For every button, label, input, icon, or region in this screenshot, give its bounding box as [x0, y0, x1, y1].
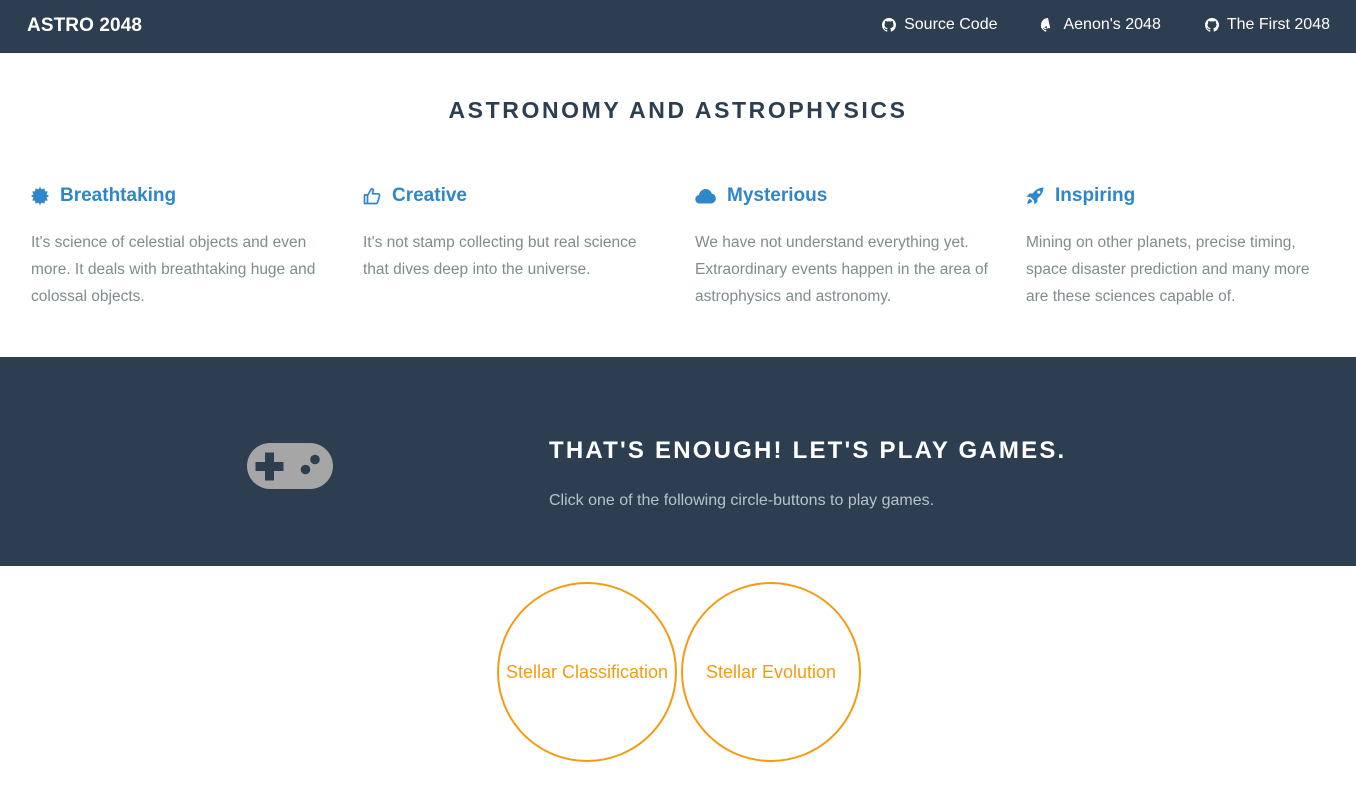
nav-links: Source Code Aenon's 2048 The First 2048: [882, 14, 1330, 36]
feature-text: It's not stamp collecting but real scien…: [363, 234, 637, 278]
nav-link-label: Aenon's 2048: [1063, 16, 1161, 33]
stellar-evolution-button[interactable]: Stellar Evolution: [681, 582, 861, 762]
nav-link-aenons-2048[interactable]: Aenon's 2048: [1041, 14, 1161, 36]
brand-link[interactable]: ASTRO 2048: [27, 14, 142, 38]
nav-link-label: Source Code: [904, 16, 998, 33]
github-icon: [882, 18, 897, 32]
navbar: ASTRO 2048 Source Code Aenon's 2048 The …: [0, 0, 1356, 53]
github-icon: [1041, 18, 1051, 32]
nav-link-the-first-2048[interactable]: The First 2048: [1204, 14, 1330, 36]
feature-breathtaking: Breathtaking It's science of celestial o…: [31, 184, 331, 310]
games-description: Click one of the following circle-button…: [549, 492, 935, 509]
feature-text: It's science of celestial objects and ev…: [31, 234, 316, 305]
intro-title: ASTRONOMY AND ASTROPHYSICS: [448, 97, 908, 123]
badge-icon: [31, 187, 49, 205]
feature-title: Creative: [392, 185, 467, 206]
gamepad-icon: [247, 443, 333, 489]
feature-head: Breathtaking: [31, 184, 331, 208]
stellar-classification-button[interactable]: Stellar Classification: [497, 582, 677, 762]
feature-title: Mysterious: [727, 185, 828, 206]
feature-mysterious: Mysterious We have not understand everyt…: [695, 184, 995, 310]
feature-head: Creative: [363, 184, 663, 208]
games-title: THAT'S ENOUGH! LET'S PLAY GAMES.: [549, 437, 1067, 464]
feature-text: Mining on other planets, precise timing,…: [1026, 234, 1310, 305]
games-band: THAT'S ENOUGH! LET'S PLAY GAMES. Click o…: [0, 357, 1356, 566]
github-icon: [1204, 18, 1219, 32]
feature-head: Inspiring: [1026, 184, 1326, 208]
feature-inspiring: Inspiring Mining on other planets, preci…: [1026, 184, 1326, 310]
thumbs-up-icon: [363, 188, 381, 205]
nav-link-label: The First 2048: [1226, 16, 1330, 33]
feature-title: Inspiring: [1055, 185, 1136, 206]
feature-text: We have not understand everything yet. E…: [695, 234, 988, 305]
feature-creative: Creative It's not stamp collecting but r…: [363, 184, 663, 283]
cloud-icon: [695, 189, 716, 204]
feature-title: Breathtaking: [60, 185, 177, 206]
rocket-icon: [1026, 187, 1044, 205]
nav-link-source-code[interactable]: Source Code: [882, 14, 997, 36]
feature-head: Mysterious: [695, 184, 995, 208]
